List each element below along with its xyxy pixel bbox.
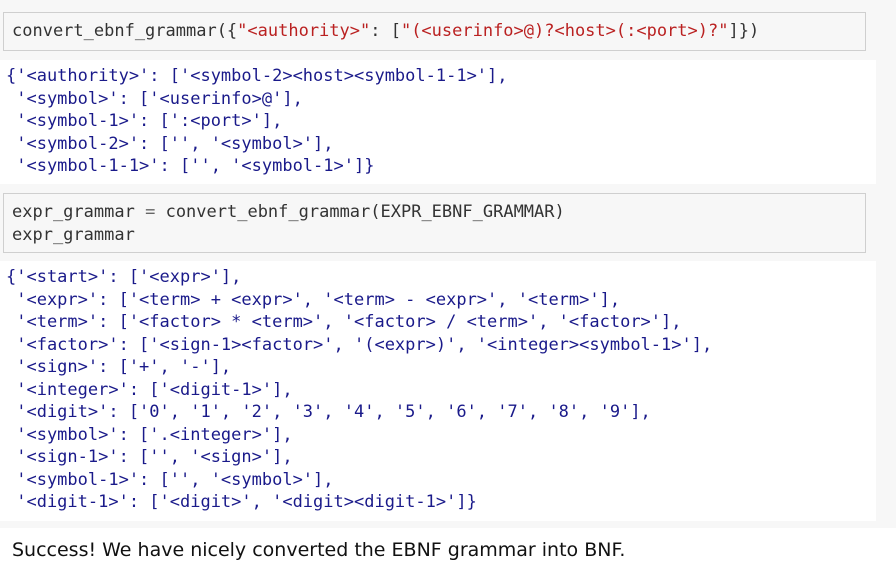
output-line: '<digit-1>': ['<digit>', '<digit><digit-… (6, 492, 477, 512)
markdown-cell: Success! We have nicely converted the EB… (0, 528, 896, 585)
code-input-cell[interactable]: convert_ebnf_grammar({"<authority>": ["(… (3, 12, 866, 51)
output-line: '<expr>': ['<term> + <expr>', '<term> - … (6, 289, 621, 310)
operator: = (145, 202, 156, 222)
code-text: : [ (370, 21, 401, 41)
code-text: expr_grammar (12, 224, 135, 245)
output-line: '<sign-1>': ['', '<sign>'], (6, 447, 293, 467)
output-line: '<symbol>': ['.<integer>'], (6, 424, 293, 445)
output-line: '<factor>': ['<sign-1><factor>', '(<expr… (6, 334, 713, 355)
output-line: '<symbol-2>': ['', '<symbol>'], (6, 133, 334, 154)
code-output-cell: {'<authority>': ['<symbol-2><host><symbo… (0, 60, 876, 184)
string-literal: "(<userinfo>@)?<host>(:<port>)?" (400, 21, 729, 41)
code-text: expr_grammar (12, 202, 135, 222)
output-line: '<symbol-1>': ['', '<symbol>'], (6, 469, 334, 490)
code-text: convert_ebnf_grammar({ (12, 21, 238, 41)
code-editor[interactable]: convert_ebnf_grammar({"<authority>": ["(… (4, 13, 865, 50)
output-line: '<term>': ['<factor> * <term>', '<factor… (6, 312, 682, 332)
code-editor[interactable]: expr_grammar = convert_ebnf_grammar(EXPR… (4, 194, 865, 253)
output-line: '<digit>': ['0', '1', '2', '3', '4', '5'… (6, 402, 651, 422)
output-line: '<integer>': ['<digit-1>'], (6, 379, 293, 400)
code-text: ]}) (728, 21, 760, 41)
output-line: '<sign>': ['+', '-'], (6, 357, 232, 377)
code-output-cell: {'<start>': ['<expr>'], '<expr>': ['<ter… (0, 261, 876, 521)
code-input-cell[interactable]: expr_grammar = convert_ebnf_grammar(EXPR… (3, 193, 866, 253)
output-line: '<symbol-1-1>': ['', '<symbol-1>']} (6, 156, 375, 176)
output-line: '<symbol>': ['<userinfo>@'], (6, 88, 303, 109)
output-line: {'<start>': ['<expr>'], (6, 267, 242, 287)
output-text: {'<start>': ['<expr>'], '<expr>': ['<ter… (0, 261, 876, 519)
output-line: '<symbol-1>': [':<port>'], (6, 111, 283, 131)
string-literal: "<authority>" (237, 21, 371, 41)
output-text: {'<authority>': ['<symbol-2><host><symbo… (0, 60, 876, 183)
output-line: {'<authority>': ['<symbol-2><host><symbo… (6, 66, 508, 86)
prose-text: Success! We have nicely converted the EB… (12, 539, 626, 561)
code-text: convert_ebnf_grammar(EXPR_EBNF_GRAMMAR) (165, 202, 565, 222)
